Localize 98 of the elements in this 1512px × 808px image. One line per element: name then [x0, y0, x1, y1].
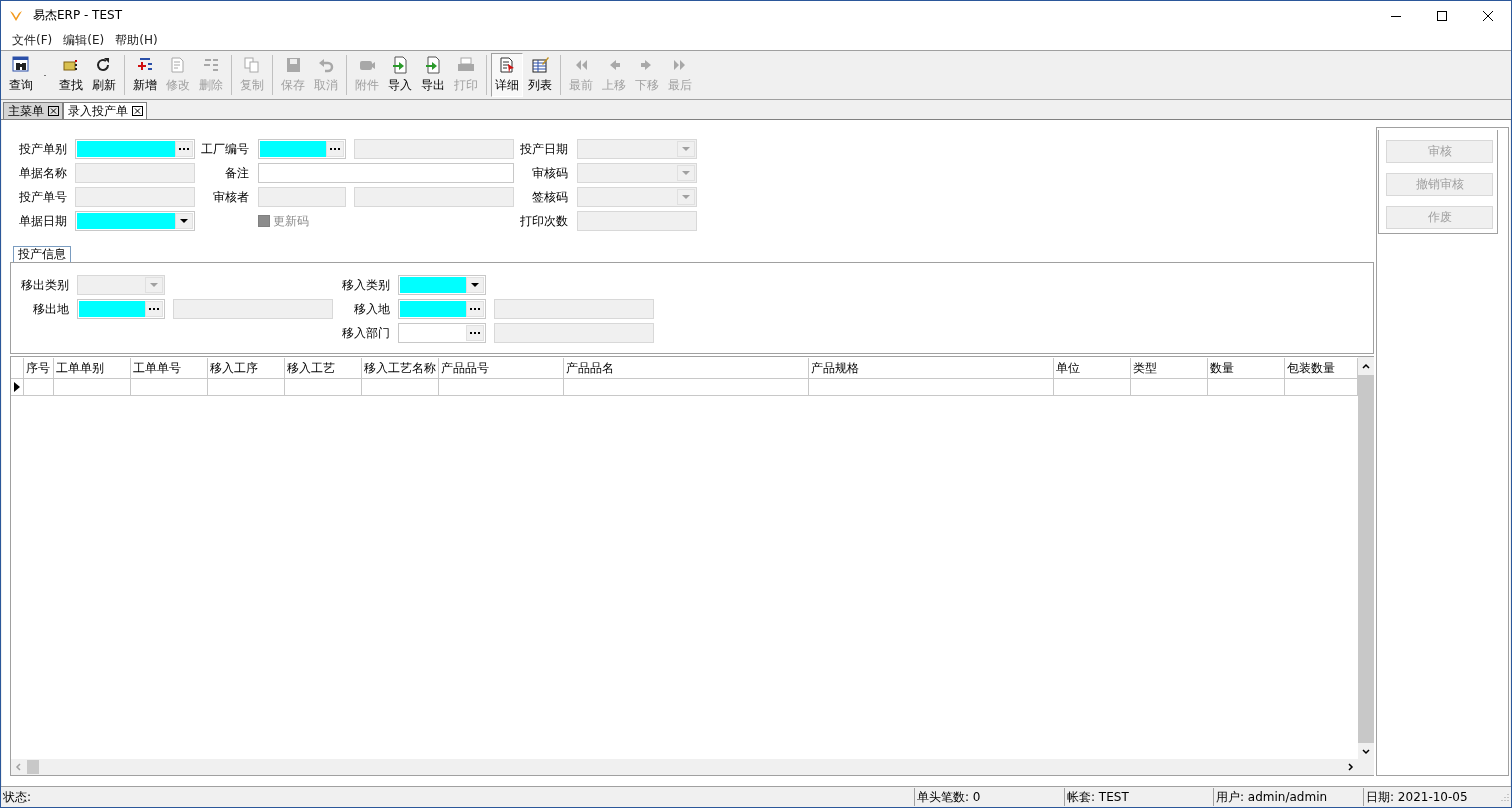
scroll-left-icon[interactable]	[15, 763, 23, 771]
field-label: 单据日期	[18, 212, 67, 230]
table-icon	[530, 56, 550, 74]
browse-button[interactable]	[466, 301, 484, 317]
menu-item[interactable]: 编辑(E)	[56, 31, 109, 49]
browse-button[interactable]	[145, 301, 163, 317]
scroll-up-icon[interactable]	[1362, 363, 1370, 371]
toolbar-button[interactable]: 查找	[55, 53, 87, 97]
lookup-field[interactable]	[398, 299, 486, 319]
input-field[interactable]	[258, 163, 514, 183]
toolbar-button[interactable]: 列表	[524, 53, 556, 97]
toolbar-button[interactable]: 刷新	[88, 53, 120, 97]
resize-grip-icon[interactable]	[1499, 792, 1509, 802]
field-label: 审核者	[212, 188, 249, 206]
binoculars-icon	[11, 56, 31, 74]
status-panel: 帐套: TEST	[1064, 788, 1213, 806]
menu-item[interactable]: 文件(F)	[5, 31, 57, 49]
export-icon	[423, 56, 443, 74]
scroll-down-icon[interactable]	[1362, 747, 1370, 755]
field-label: 移入类别	[341, 276, 390, 294]
caret-down-icon	[682, 195, 690, 199]
column-header[interactable]: 移入工序	[208, 358, 285, 378]
field-label: 签核码	[531, 188, 568, 206]
row-pointer-icon	[14, 382, 20, 392]
menu-item[interactable]: 帮助(H)	[108, 31, 162, 49]
maximize-icon	[1437, 10, 1447, 21]
column-header[interactable]: 产品品名	[564, 358, 809, 378]
column-header[interactable]: 序号	[24, 358, 54, 378]
caret-down-icon	[180, 219, 188, 223]
checkbox-label: 更新码	[273, 212, 309, 230]
toolbar-button[interactable]: 详细	[491, 53, 523, 97]
caret-down-icon	[682, 147, 690, 151]
column-header[interactable]: 数量	[1208, 358, 1285, 378]
field-label: 移入部门	[341, 324, 390, 342]
toolbar-button[interactable]: 导出	[417, 53, 449, 97]
field-label: 审核码	[531, 164, 568, 182]
lookup-field[interactable]	[77, 299, 165, 319]
column-header[interactable]: 单位	[1054, 358, 1131, 378]
dropdown-button[interactable]	[175, 213, 193, 229]
close-icon[interactable]	[132, 106, 143, 116]
document-tab[interactable]: 录入投产单	[63, 102, 147, 119]
printer-icon	[456, 56, 476, 74]
status-panel: 用户: admin/admin	[1213, 788, 1363, 806]
lookup-field[interactable]	[258, 139, 346, 159]
horizontal-scrollbar[interactable]	[11, 759, 1358, 775]
field-label: 打印次数	[519, 212, 568, 230]
scroll-thumb[interactable]	[27, 760, 39, 774]
app-logo-icon	[9, 8, 23, 23]
window-title: 易杰ERP - TEST	[33, 7, 122, 24]
close-icon	[1483, 10, 1493, 21]
caret-down-icon	[682, 171, 690, 175]
list-icon	[201, 56, 221, 74]
column-header[interactable]: 工单单别	[54, 358, 131, 378]
column-header[interactable]: 移入工艺名称	[362, 358, 439, 378]
dropdown-field[interactable]	[398, 275, 486, 295]
status-panel: 单头笔数: 0	[914, 788, 1064, 806]
ellipsis-icon	[148, 307, 160, 311]
input-field[interactable]	[494, 299, 654, 319]
browse-button[interactable]	[326, 141, 344, 157]
close-icon[interactable]	[48, 106, 59, 116]
field-label: 备注	[224, 164, 249, 182]
lookup-field[interactable]	[75, 139, 195, 159]
dropdown-field[interactable]	[75, 211, 195, 231]
field-label: 移出地	[32, 300, 69, 318]
column-header[interactable]: 类型	[1131, 358, 1208, 378]
field-label: 移入地	[353, 300, 390, 318]
field-label: 单据名称	[18, 164, 67, 182]
ellipsis-icon	[329, 147, 341, 151]
toolbar-button[interactable]: 查询	[5, 53, 37, 97]
dropdown-button[interactable]	[466, 277, 484, 293]
ellipsis-icon	[178, 147, 190, 151]
copy-icon	[242, 56, 262, 74]
lookup-field[interactable]	[398, 323, 486, 343]
scroll-right-icon[interactable]	[1346, 763, 1354, 771]
input-field[interactable]	[354, 139, 514, 159]
input-field[interactable]	[173, 299, 333, 319]
status-panel: 日期: 2021-10-05	[1363, 788, 1496, 806]
input-field[interactable]	[494, 323, 654, 343]
field-label: 投产单别	[18, 140, 67, 158]
ellipsis-icon	[469, 307, 481, 311]
browse-button[interactable]	[466, 325, 484, 341]
caret-down-icon	[471, 283, 479, 287]
field-label: 投产日期	[519, 140, 568, 158]
document-tab[interactable]: 主菜单	[3, 102, 63, 119]
column-header[interactable]: 产品品号	[439, 358, 564, 378]
column-header[interactable]: 移入工艺	[285, 358, 362, 378]
column-header[interactable]: 产品规格	[809, 358, 1054, 378]
toolbar-button[interactable]: 导入	[384, 53, 416, 97]
field-label: 移出类别	[20, 276, 69, 294]
browse-button[interactable]	[175, 141, 193, 157]
toolbar-button[interactable]: 新增	[129, 53, 161, 97]
field-label: 投产单号	[18, 188, 67, 206]
import-icon	[390, 56, 410, 74]
caret-down-icon	[150, 283, 158, 287]
ellipsis-icon	[469, 331, 481, 335]
status-label: 状态:	[2, 788, 33, 806]
field-label: 工厂编号	[200, 140, 249, 158]
column-header[interactable]: 工单单号	[131, 358, 208, 378]
